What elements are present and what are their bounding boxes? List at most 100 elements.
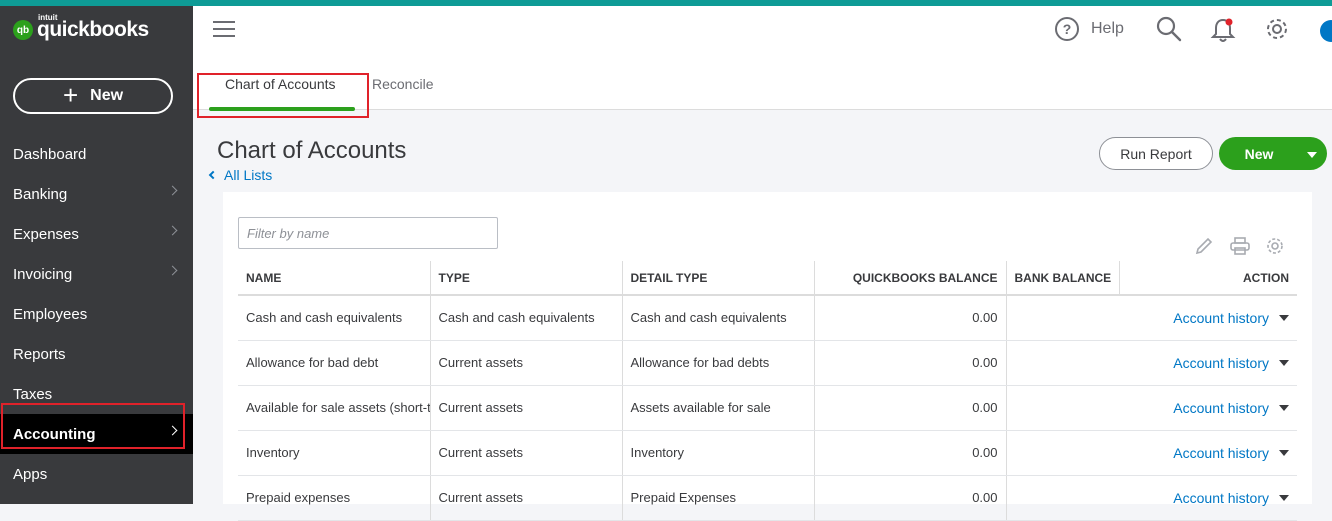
- chevron-left-icon: [208, 170, 218, 180]
- help-button[interactable]: ? Help: [1055, 17, 1124, 41]
- account-history-link[interactable]: Account history: [1173, 490, 1269, 506]
- cell-type: Current assets: [429, 385, 622, 431]
- table-row: Allowance for bad debt Current assets Al…: [238, 340, 1297, 386]
- tab-highlight-box: [197, 73, 369, 118]
- table-settings-gear-icon[interactable]: [1265, 236, 1285, 256]
- sidebar-new-label: New: [90, 87, 124, 104]
- column-header-type[interactable]: TYPE: [429, 261, 622, 296]
- chevron-down-icon[interactable]: [1279, 494, 1289, 501]
- table-row: Inventory Current assets Inventory 0.00 …: [238, 430, 1297, 476]
- column-header-detail-type[interactable]: DETAIL TYPE: [621, 261, 814, 296]
- question-icon: ?: [1055, 17, 1079, 41]
- cell-quickbooks-balance: 0.00: [813, 295, 1006, 341]
- sidebar-item-label: Dashboard: [13, 145, 87, 163]
- cell-action: Account history: [1119, 385, 1297, 431]
- account-history-link[interactable]: Account history: [1173, 355, 1269, 371]
- help-label: Help: [1091, 20, 1124, 37]
- new-account-label: New: [1244, 145, 1274, 162]
- cell-action: Account history: [1119, 430, 1297, 476]
- filter-placeholder: Filter by name: [247, 225, 330, 241]
- cell-quickbooks-balance: 0.00: [813, 340, 1006, 386]
- chevron-down-icon[interactable]: [1279, 359, 1289, 366]
- cell-name: Prepaid expenses: [238, 475, 430, 521]
- cell-name: Available for sale assets (short-t: [238, 385, 430, 431]
- column-header-bank-balance[interactable]: BANK BALANCE: [1005, 261, 1120, 296]
- cell-action: Account history: [1119, 340, 1297, 386]
- cell-detail-type: Assets available for sale: [621, 385, 814, 431]
- sidebar-item-reports[interactable]: Reports: [0, 334, 193, 374]
- avatar[interactable]: [1320, 20, 1332, 42]
- accounts-table: NAME TYPE DETAIL TYPE QUICKBOOKS BALANCE…: [238, 261, 1297, 521]
- cell-detail-type: Inventory: [621, 430, 814, 476]
- sidebar-new-button[interactable]: + New: [13, 78, 173, 114]
- cell-action: Account history: [1119, 475, 1297, 521]
- cell-type: Current assets: [429, 340, 622, 386]
- column-header-name[interactable]: NAME: [238, 261, 430, 296]
- chevron-down-icon[interactable]: [1279, 449, 1289, 456]
- account-history-link[interactable]: Account history: [1173, 310, 1269, 326]
- cell-type: Current assets: [429, 430, 622, 476]
- cell-bank-balance: [1005, 385, 1120, 431]
- filter-by-name-input[interactable]: Filter by name: [238, 217, 498, 249]
- chevron-right-icon: [167, 185, 178, 196]
- tab-label: Reconcile: [372, 76, 434, 92]
- quickbooks-logo[interactable]: qb intuit quickbooks: [13, 13, 149, 42]
- logo-intuit-text: intuit: [38, 13, 58, 22]
- sidebar-item-label: Apps: [13, 465, 48, 483]
- column-header-quickbooks-balance[interactable]: QUICKBOOKS BALANCE: [813, 261, 1006, 296]
- table-row: Available for sale assets (short-t Curre…: [238, 385, 1297, 431]
- chevron-down-icon[interactable]: [1279, 314, 1289, 321]
- cell-quickbooks-balance: 0.00: [813, 475, 1006, 521]
- new-account-split-button[interactable]: New: [1219, 137, 1327, 170]
- account-history-link[interactable]: Account history: [1173, 445, 1269, 461]
- tab-reconcile[interactable]: Reconcile: [372, 76, 433, 110]
- search-icon[interactable]: [1156, 16, 1182, 42]
- sidebar-item-label: Taxes: [13, 385, 53, 403]
- cell-name: Inventory: [238, 430, 430, 476]
- all-lists-link[interactable]: All Lists: [208, 167, 272, 183]
- chevron-right-icon: [167, 225, 178, 236]
- table-row: Cash and cash equivalents Cash and cash …: [238, 295, 1297, 341]
- gear-icon[interactable]: [1264, 16, 1290, 42]
- cell-bank-balance: [1005, 295, 1120, 341]
- run-report-button[interactable]: Run Report: [1099, 137, 1213, 170]
- logo-wordmark: intuit quickbooks: [37, 13, 149, 42]
- sidebar-item-dashboard[interactable]: Dashboard: [0, 134, 193, 174]
- cell-bank-balance: [1005, 475, 1120, 521]
- sidebar-item-label: Reports: [13, 345, 66, 363]
- sidebar-item-invoicing[interactable]: Invoicing: [0, 254, 193, 294]
- bell-icon[interactable]: [1210, 16, 1236, 44]
- sidebar-item-banking[interactable]: Banking: [0, 174, 193, 214]
- print-icon[interactable]: [1229, 236, 1251, 256]
- chevron-down-icon[interactable]: [1307, 151, 1317, 158]
- sidebar-item-label: Expenses: [13, 225, 79, 243]
- cell-detail-type: Allowance for bad debts: [621, 340, 814, 386]
- cell-quickbooks-balance: 0.00: [813, 430, 1006, 476]
- cell-type: Current assets: [429, 475, 622, 521]
- cell-action: Account history: [1119, 295, 1297, 341]
- sidebar-item-employees[interactable]: Employees: [0, 294, 193, 334]
- page-title: Chart of Accounts: [217, 137, 407, 164]
- column-header-action: ACTION: [1119, 261, 1297, 296]
- all-lists-label: All Lists: [224, 167, 273, 183]
- table-header-row: NAME TYPE DETAIL TYPE QUICKBOOKS BALANCE…: [238, 261, 1297, 296]
- accounts-panel: Filter by name NAME TYPE DETAIL TYPE QUI…: [223, 192, 1312, 521]
- chevron-down-icon[interactable]: [1279, 404, 1289, 411]
- sidebar-item-apps[interactable]: Apps: [0, 454, 193, 494]
- cell-bank-balance: [1005, 430, 1120, 476]
- hamburger-menu-icon[interactable]: [213, 21, 235, 42]
- cell-detail-type: Prepaid Expenses: [621, 475, 814, 521]
- cell-bank-balance: [1005, 340, 1120, 386]
- sidebar-item-expenses[interactable]: Expenses: [0, 214, 193, 254]
- qb-logo-icon: qb: [13, 20, 33, 40]
- cell-name: Allowance for bad debt: [238, 340, 430, 386]
- run-report-label: Run Report: [1120, 145, 1192, 162]
- sidebar-item-label: Employees: [13, 305, 88, 323]
- cell-quickbooks-balance: 0.00: [813, 385, 1006, 431]
- account-history-link[interactable]: Account history: [1173, 400, 1269, 416]
- pencil-icon[interactable]: [1194, 236, 1214, 256]
- chevron-right-icon: [167, 265, 178, 276]
- cell-detail-type: Cash and cash equivalents: [621, 295, 814, 341]
- plus-icon: +: [62, 80, 79, 110]
- cell-type: Cash and cash equivalents: [429, 295, 622, 341]
